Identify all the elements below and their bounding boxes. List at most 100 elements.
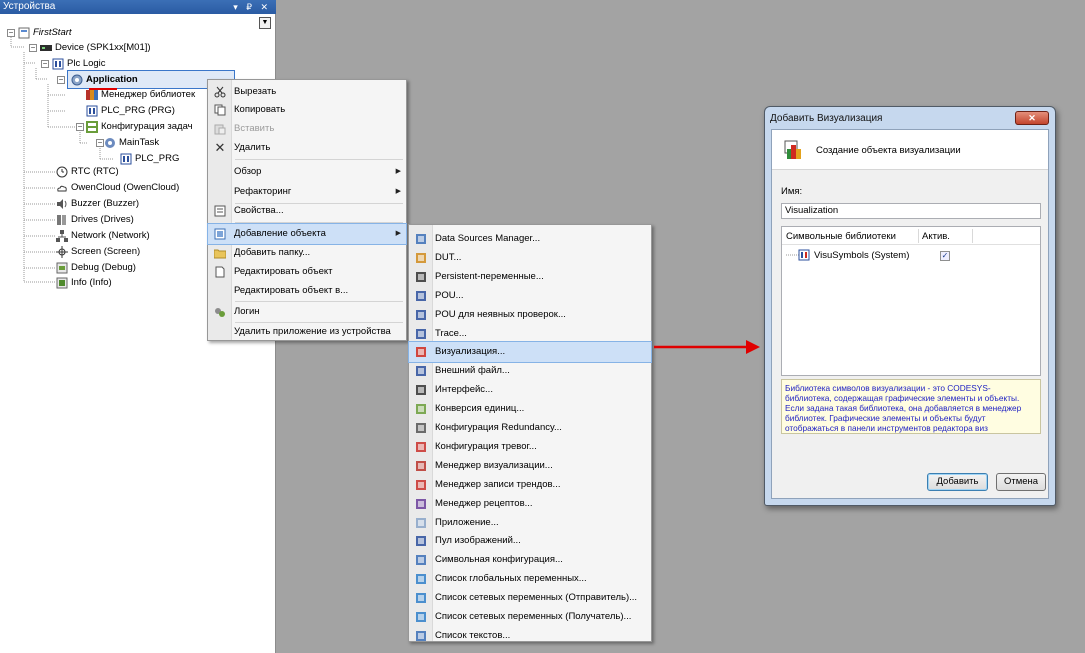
visualization-icon xyxy=(416,347,426,358)
application-icon xyxy=(416,517,426,528)
expand-toggle[interactable]: − xyxy=(7,29,15,37)
menu-item-properties[interactable]: Свойства... xyxy=(208,201,406,221)
menu-label: Удалить приложение из устройства xyxy=(234,326,391,337)
menu-label: Менеджер записи трендов... xyxy=(435,478,561,490)
submenu-item[interactable]: Менеджер записи трендов... xyxy=(409,475,651,495)
submenu-item[interactable]: Список сетевых переменных (Получатель)..… xyxy=(409,607,651,627)
menu-item-delete[interactable]: ✕ Удалить xyxy=(208,138,406,158)
library-pou-icon xyxy=(798,249,810,261)
submenu-item[interactable]: Символьная конфигурация... xyxy=(409,550,651,570)
submenu-item[interactable]: Менеджер рецептов... xyxy=(409,494,651,514)
tree-node-info[interactable]: Info (Info) xyxy=(56,275,112,291)
network-vars-sender-icon xyxy=(416,593,426,604)
external-file-icon xyxy=(416,366,426,377)
speaker-icon xyxy=(57,199,67,209)
menu-label: Список текстов... xyxy=(435,629,511,641)
menu-item-paste[interactable]: Вставить xyxy=(208,119,406,139)
submenu-item[interactable]: Конверсия единиц... xyxy=(409,399,651,419)
pou-checks-icon xyxy=(416,309,426,320)
submenu-item[interactable]: POU для неявных проверок... xyxy=(409,305,651,325)
submenu-item[interactable]: Менеджер визуализации... xyxy=(409,456,651,476)
expand-toggle[interactable]: − xyxy=(29,44,37,52)
menu-item-add-object[interactable]: Добавление объекта ▶ xyxy=(207,223,407,245)
tree-node-device[interactable]: Device (SPK1xx[M01]) xyxy=(40,40,151,56)
global-vars-icon xyxy=(416,574,426,585)
menu-label: DUT... xyxy=(435,251,462,263)
submenu-item[interactable]: Список сетевых переменных (Отправитель).… xyxy=(409,588,651,608)
menu-item-refactoring[interactable]: Рефакторинг ▶ xyxy=(208,182,406,202)
submenu-item[interactable]: Конфигурация тревог... xyxy=(409,437,651,457)
menu-item-add-folder[interactable]: Добавить папку... xyxy=(208,243,406,263)
submenu-item[interactable]: Trace... xyxy=(409,324,651,344)
tree-node-network[interactable]: Network (Network) xyxy=(56,228,150,244)
tree-node-screen[interactable]: Screen (Screen) xyxy=(56,244,140,260)
dut-icon xyxy=(416,252,426,263)
menu-label: Вставить xyxy=(234,123,275,134)
library-name: VisuSymbols (System) xyxy=(814,249,910,261)
plc-logic-icon xyxy=(52,58,64,70)
active-checkbox[interactable]: ✓ xyxy=(940,251,950,261)
tree-node-drives[interactable]: Drives (Drives) xyxy=(56,212,134,228)
tree-label: Plc Logic xyxy=(67,58,106,69)
list-item[interactable]: VisuSymbols (System) xyxy=(798,249,909,261)
tree-node-task-plc-prg[interactable]: PLC_PRG xyxy=(120,151,179,167)
cancel-button[interactable]: Отмена xyxy=(996,473,1046,491)
tree-node-library-manager[interactable]: Менеджер библиотек xyxy=(86,87,195,103)
tree-node-main-task[interactable]: MainTask xyxy=(104,135,159,151)
tree-node-debug[interactable]: Debug (Debug) xyxy=(56,260,136,276)
column-header-libraries[interactable]: Символьные библиотеки xyxy=(786,231,896,242)
menu-label: Конфигурация тревог... xyxy=(435,440,537,452)
tree-node-plc-prg[interactable]: PLC_PRG (PRG) xyxy=(86,103,175,119)
menu-item-cut[interactable]: Вырезать xyxy=(208,82,406,102)
red-arrow-icon xyxy=(654,340,760,354)
name-input[interactable]: Visualization xyxy=(781,203,1041,219)
tree-node-owencloud[interactable]: OwenCloud (OwenCloud) xyxy=(56,180,179,196)
submenu-item[interactable]: Приложение... xyxy=(409,513,651,533)
menu-label: POU для неявных проверок... xyxy=(435,308,566,320)
submenu-item[interactable]: Data Sources Manager... xyxy=(409,229,651,249)
menu-label: Копировать xyxy=(234,104,286,115)
submenu-item[interactable]: Пул изображений... xyxy=(409,531,651,551)
menu-label: Внешний файл... xyxy=(435,365,510,377)
expand-toggle[interactable]: − xyxy=(57,76,65,84)
submenu-item[interactable]: Список глобальных переменных... xyxy=(409,569,651,589)
menu-item-copy[interactable]: Копировать xyxy=(208,100,406,120)
properties-icon xyxy=(214,205,226,217)
expand-toggle[interactable]: − xyxy=(41,60,49,68)
submenu-item[interactable]: Persistent-переменные... xyxy=(409,267,651,287)
menu-item-edit-object-with[interactable]: Редактировать объект в... xyxy=(208,281,406,301)
dialog-title: Добавить Визуализация xyxy=(770,113,883,124)
close-button[interactable]: ✕ xyxy=(1015,111,1049,125)
submenu-item[interactable]: Внешний файл... xyxy=(409,361,651,381)
redundancy-icon xyxy=(416,423,426,433)
tree-node-task-config[interactable]: Конфигурация задач xyxy=(86,119,193,135)
tree-label: PLC_PRG (PRG) xyxy=(101,105,175,116)
unit-conversion-icon xyxy=(416,404,426,415)
tree-node-firststart[interactable]: FirstStart xyxy=(18,25,72,41)
menu-item-remove-application[interactable]: Удалить приложение из устройства xyxy=(208,322,406,342)
project-icon xyxy=(18,27,30,39)
interface-icon xyxy=(416,385,426,396)
library-manager-icon xyxy=(86,90,98,100)
tree-label: Drives (Drives) xyxy=(71,214,134,225)
submenu-item[interactable]: POU... xyxy=(409,286,651,306)
drives-icon xyxy=(57,215,66,225)
menu-item-browse[interactable]: Обзор ▶ xyxy=(208,162,406,182)
tree-node-buzzer[interactable]: Buzzer (Buzzer) xyxy=(56,196,139,212)
column-header-active[interactable]: Актив. xyxy=(922,231,950,242)
tree-node-rtc[interactable]: RTC (RTC) xyxy=(56,164,119,180)
menu-item-login[interactable]: Логин xyxy=(208,302,406,322)
submenu-item[interactable]: Конфигурация Redundancy... xyxy=(409,418,651,438)
add-button[interactable]: Добавить xyxy=(927,473,988,491)
expand-toggle[interactable]: − xyxy=(96,139,104,147)
symbol-libraries-list[interactable]: Символьные библиотеки Актив. VisuSymbols… xyxy=(781,226,1041,376)
expand-toggle[interactable]: − xyxy=(76,123,84,131)
submenu-item[interactable]: Визуализация... xyxy=(408,341,652,364)
add-object-icon xyxy=(214,228,226,240)
submenu-item[interactable]: DUT... xyxy=(409,248,651,268)
tree-node-plc-logic[interactable]: Plc Logic xyxy=(52,56,106,72)
submenu-item[interactable]: Интерфейс... xyxy=(409,380,651,400)
visualization-manager-icon xyxy=(416,460,426,471)
menu-item-edit-object[interactable]: Редактировать объект xyxy=(208,262,406,282)
submenu-item[interactable]: Список текстов... xyxy=(409,626,651,646)
